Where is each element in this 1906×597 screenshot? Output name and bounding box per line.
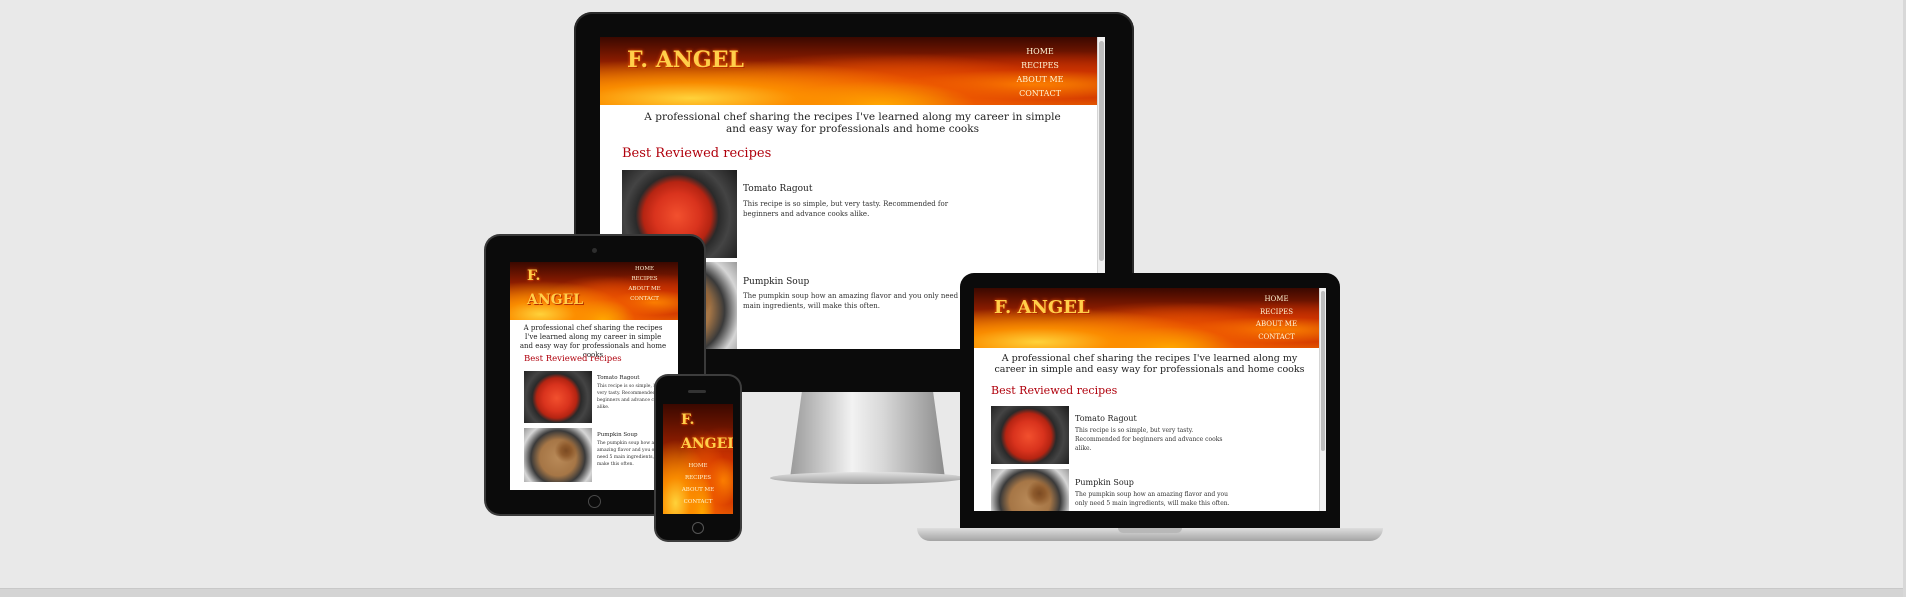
nav-home[interactable]: HOME [673, 460, 723, 472]
nav-contact[interactable]: CONTACT [1015, 87, 1065, 101]
tablet-screen: F. ANGEL HOME RECIPES ABOUT ME CONTACT A… [510, 262, 678, 490]
nav-about-me[interactable]: ABOUT ME [622, 284, 667, 294]
monitor-stand-neck [790, 388, 945, 478]
nav-home[interactable]: HOME [1254, 293, 1299, 306]
nav-recipes[interactable]: RECIPES [1015, 59, 1065, 73]
phone-speaker [688, 390, 706, 393]
recipe-name[interactable]: Pumpkin Soup [743, 277, 809, 287]
page-bottom-strip [0, 588, 1906, 597]
main-nav: HOME RECIPES ABOUT ME CONTACT [673, 460, 723, 508]
site-header: F. ANGEL HOME RECIPES ABOUT ME CONTACT [663, 404, 733, 514]
recipe-description: This recipe is so simple, but very tasty… [1075, 427, 1223, 452]
nav-about-me[interactable]: ABOUT ME [673, 484, 723, 496]
tablet-camera [592, 248, 597, 253]
phone-home-button[interactable] [692, 522, 704, 534]
section-title: Best Reviewed recipes [622, 146, 772, 161]
site-logo[interactable]: F. ANGEL [994, 297, 1090, 318]
tablet-home-button[interactable] [588, 495, 601, 508]
tomato-ragout-photo[interactable] [524, 371, 592, 423]
nav-recipes[interactable]: RECIPES [673, 472, 723, 484]
recipe-description: The pumpkin soup how an amazing flavor a… [1075, 491, 1230, 507]
site-logo[interactable]: F. ANGEL [627, 47, 744, 73]
site-logo-line1[interactable]: F. [681, 412, 694, 428]
recipe-name[interactable]: Tomato Ragout [597, 375, 639, 381]
nav-recipes[interactable]: RECIPES [622, 274, 667, 284]
nav-contact[interactable]: CONTACT [673, 496, 723, 508]
main-nav: HOME RECIPES ABOUT ME CONTACT [1015, 45, 1065, 101]
nav-contact[interactable]: CONTACT [1254, 331, 1299, 344]
recipe-name[interactable]: Pumpkin Soup [597, 432, 638, 438]
site-logo-line1[interactable]: F. [527, 268, 540, 284]
recipe-name[interactable]: Tomato Ragout [1075, 414, 1137, 423]
main-nav: HOME RECIPES ABOUT ME CONTACT [622, 264, 667, 304]
section-title: Best Reviewed recipes [524, 354, 622, 364]
nav-contact[interactable]: CONTACT [622, 294, 667, 304]
pumpkin-soup-photo[interactable] [524, 428, 592, 482]
recipe-description: This recipe is so simple, but very tasty… [743, 200, 949, 218]
nav-about-me[interactable]: ABOUT ME [1254, 318, 1299, 331]
site-tagline: A professional chef sharing the recipes … [994, 353, 1305, 375]
site-logo-line2[interactable]: ANGEL [681, 436, 733, 452]
site-tagline: A professional chef sharing the recipes … [644, 111, 1061, 135]
nav-home[interactable]: HOME [1015, 45, 1065, 59]
recipe-name[interactable]: Tomato Ragout [743, 184, 812, 194]
section-title: Best Reviewed recipes [991, 384, 1118, 397]
recipe-description: The pumpkin soup how an amazing flavor a… [743, 292, 965, 310]
scrollbar-thumb[interactable] [1321, 291, 1325, 451]
pumpkin-soup-photo[interactable] [991, 469, 1069, 511]
tomato-ragout-photo[interactable] [991, 406, 1069, 464]
nav-home[interactable]: HOME [622, 264, 667, 274]
nav-recipes[interactable]: RECIPES [1254, 306, 1299, 319]
phone-screen: F. ANGEL HOME RECIPES ABOUT ME CONTACT [663, 404, 733, 514]
laptop-screen: F. ANGEL HOME RECIPES ABOUT ME CONTACT A… [974, 288, 1326, 511]
site-header: F. ANGEL HOME RECIPES ABOUT ME CONTACT [974, 288, 1326, 348]
site-header: F. ANGEL HOME RECIPES ABOUT ME CONTACT [600, 37, 1105, 105]
laptop-notch [1118, 528, 1182, 533]
main-nav: HOME RECIPES ABOUT ME CONTACT [1254, 293, 1299, 343]
scrollbar[interactable] [1319, 288, 1326, 511]
site-header: F. ANGEL HOME RECIPES ABOUT ME CONTACT [510, 262, 678, 320]
nav-about-me[interactable]: ABOUT ME [1015, 73, 1065, 87]
scrollbar-thumb[interactable] [1099, 41, 1104, 261]
site-logo-line2[interactable]: ANGEL [527, 292, 583, 308]
monitor-stand-base [770, 472, 965, 484]
recipe-name[interactable]: Pumpkin Soup [1075, 478, 1134, 487]
